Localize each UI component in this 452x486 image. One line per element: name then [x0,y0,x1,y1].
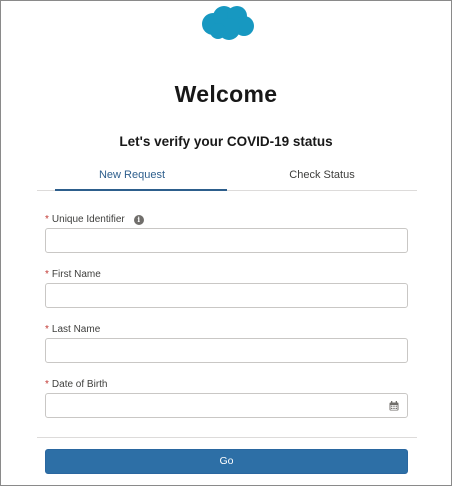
page-frame: Welcome Let's verify your COVID-19 statu… [0,0,452,486]
required-marker: * [45,214,49,225]
calendar-icon[interactable] [389,401,399,411]
last-name-label: Last Name [51,324,101,335]
unique-identifier-label: Unique Identifier [51,214,125,225]
info-icon[interactable]: i [133,214,144,225]
page-subtitle: Let's verify your COVID-19 status [119,134,333,149]
date-of-birth-label-row: * Date of Birth [45,379,108,390]
unique-identifier-input[interactable] [45,228,408,253]
required-marker: * [45,269,49,280]
date-of-birth-label: Date of Birth [51,379,108,390]
tab-bar: New Request Check Status [37,163,417,191]
last-name-input[interactable] [45,338,408,363]
tab-new-request[interactable]: New Request [37,163,227,191]
last-name-label-row: * Last Name [45,324,100,335]
form-divider [37,437,417,438]
salesforce-cloud-icon [202,6,254,40]
first-name-label: First Name [51,269,101,280]
first-name-input[interactable] [45,283,408,308]
page-title: Welcome [174,81,278,107]
first-name-label-row: * First Name [45,269,101,280]
required-marker: * [45,324,49,335]
date-of-birth-input[interactable] [45,393,408,418]
required-marker: * [45,379,49,390]
go-button[interactable]: Go [45,449,408,474]
unique-identifier-label-row: * Unique Identifier i [45,214,144,225]
tab-check-status[interactable]: Check Status [227,163,417,190]
